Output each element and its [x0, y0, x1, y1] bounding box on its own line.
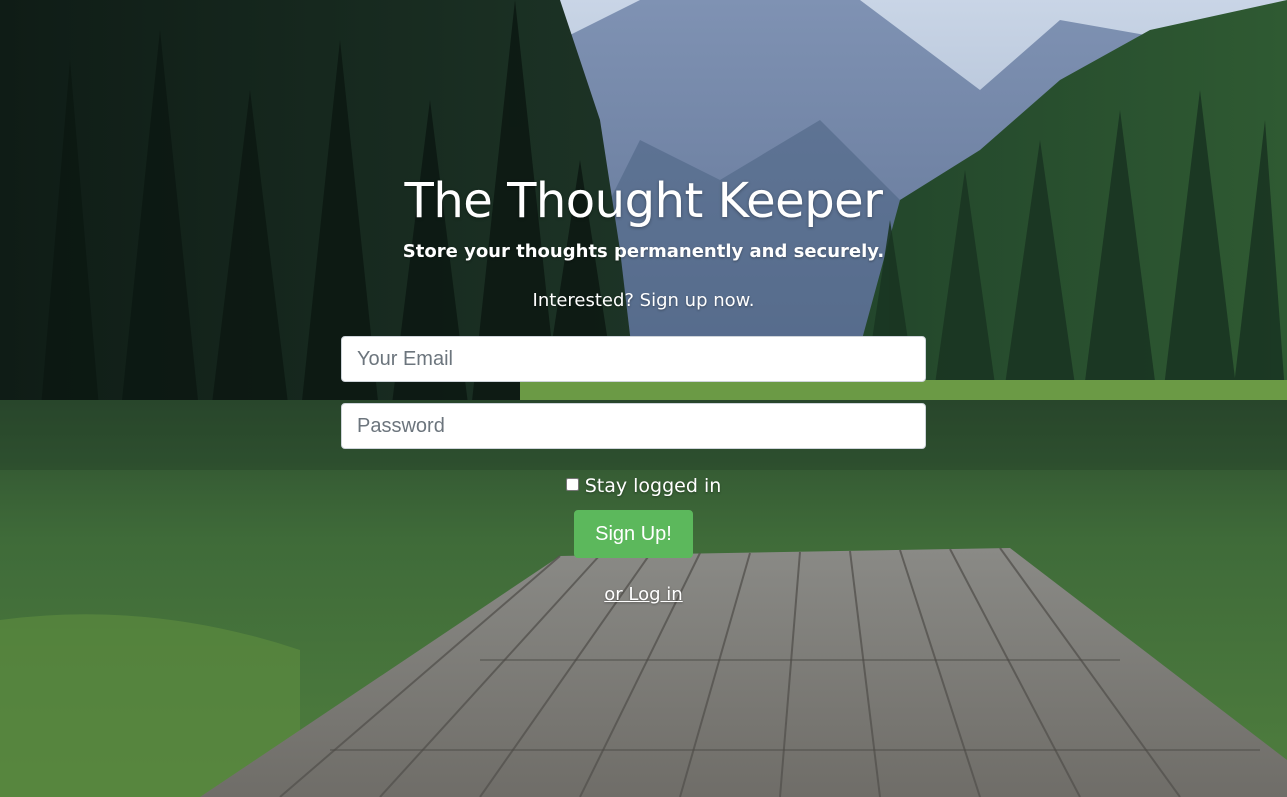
stay-logged-in-row: Stay logged in	[0, 474, 1287, 498]
page-title: The Thought Keeper	[404, 173, 883, 229]
page-subtitle: Store your thoughts permanently and secu…	[402, 241, 885, 262]
email-input[interactable]	[341, 336, 926, 382]
stay-logged-in-checkbox[interactable]	[565, 478, 579, 491]
signup-panel: The Thought Keeper Store your thoughts p…	[0, 0, 1287, 797]
login-link-row: or Log in	[0, 583, 1287, 607]
stay-logged-in-label: Stay logged in	[584, 475, 722, 497]
login-link[interactable]: or Log in	[604, 584, 682, 605]
signup-prompt: Interested? Sign up now.	[532, 290, 755, 311]
password-input[interactable]	[341, 403, 926, 449]
sign-up-button[interactable]: Sign Up!	[574, 510, 693, 558]
